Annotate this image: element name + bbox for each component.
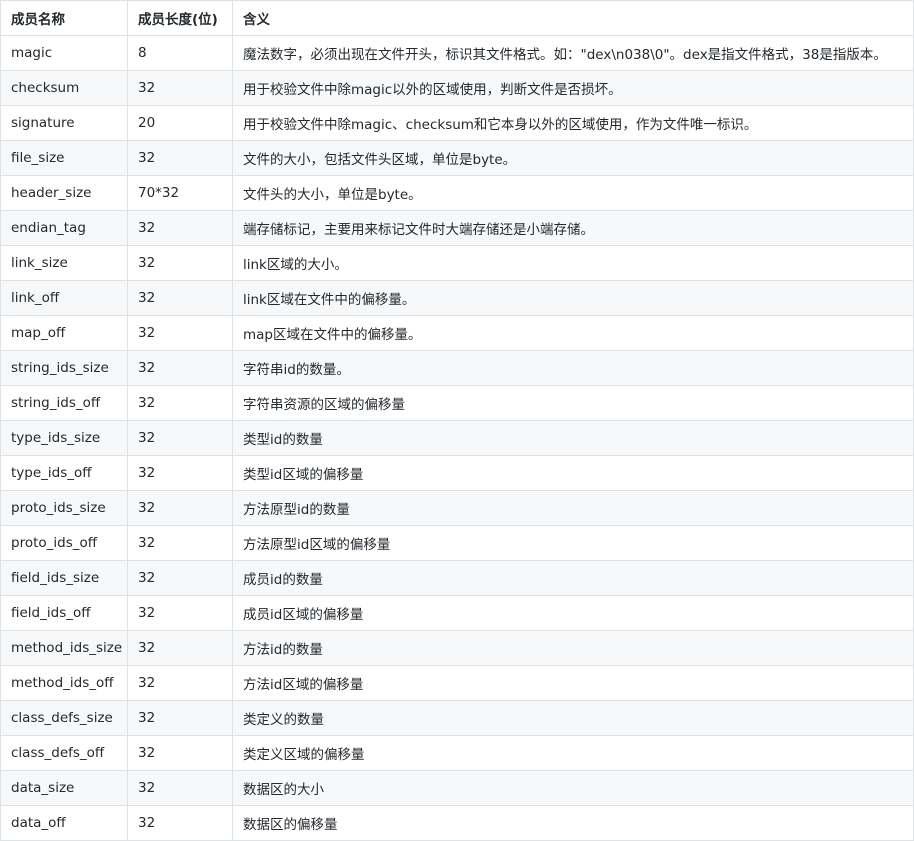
- cell-member-name: class_defs_off: [0, 735, 128, 771]
- cell-member-length: 32: [127, 245, 233, 281]
- cell-member-length: 32: [127, 595, 233, 631]
- table-row: proto_ids_off 32 方法原型id区域的偏移量: [0, 525, 914, 561]
- table-row: endian_tag 32 端存储标记，主要用来标记文件时大端存储还是小端存储。: [0, 210, 914, 246]
- cell-member-name: file_size: [0, 140, 128, 176]
- table-row: map_off 32 map区域在文件中的偏移量。: [0, 315, 914, 351]
- cell-member-length: 32: [127, 455, 233, 491]
- cell-meaning: 类定义的数量: [232, 700, 914, 736]
- cell-meaning: 魔法数字，必须出现在文件开头，标识其文件格式。如："dex\n038\0"。de…: [232, 35, 914, 71]
- cell-meaning: link区域在文件中的偏移量。: [232, 280, 914, 316]
- cell-meaning: 端存储标记，主要用来标记文件时大端存储还是小端存储。: [232, 210, 914, 246]
- cell-member-name: signature: [0, 105, 128, 141]
- column-header-member-name: 成员名称: [0, 0, 128, 36]
- cell-member-name: string_ids_size: [0, 350, 128, 386]
- cell-member-length: 20: [127, 105, 233, 141]
- cell-member-name: magic: [0, 35, 128, 71]
- table-row: signature 20 用于校验文件中除magic、checksum和它本身以外的…: [0, 105, 914, 141]
- cell-meaning: 文件头的大小，单位是byte。: [232, 175, 914, 211]
- table-row: data_size 32 数据区的大小: [0, 770, 914, 806]
- cell-member-length: 8: [127, 35, 233, 71]
- table-row: link_off 32 link区域在文件中的偏移量。: [0, 280, 914, 316]
- cell-member-length: 32: [127, 560, 233, 596]
- cell-meaning: 字符串资源的区域的偏移量: [232, 385, 914, 421]
- table-row: method_ids_size 32 方法id的数量: [0, 630, 914, 666]
- dex-header-table: 成员名称 成员长度(位) 含义 magic 8 魔法数字，必须出现在文件开头，标识其…: [0, 0, 914, 841]
- table-row: type_ids_off 32 类型id区域的偏移量: [0, 455, 914, 491]
- cell-member-name: endian_tag: [0, 210, 128, 246]
- cell-member-name: data_off: [0, 805, 128, 841]
- table-row: class_defs_off 32 类定义区域的偏移量: [0, 735, 914, 771]
- cell-member-length: 32: [127, 70, 233, 106]
- cell-meaning: 类型id区域的偏移量: [232, 455, 914, 491]
- cell-meaning: 文件的大小，包括文件头区域，单位是byte。: [232, 140, 914, 176]
- column-header-member-length: 成员长度(位): [127, 0, 233, 36]
- cell-member-length: 32: [127, 490, 233, 526]
- cell-member-length: 32: [127, 420, 233, 456]
- table-row: magic 8 魔法数字，必须出现在文件开头，标识其文件格式。如："dex\n038…: [0, 35, 914, 71]
- table-row: method_ids_off 32 方法id区域的偏移量: [0, 665, 914, 701]
- cell-member-name: header_size: [0, 175, 128, 211]
- cell-meaning: 成员id的数量: [232, 560, 914, 596]
- cell-member-length: 32: [127, 700, 233, 736]
- cell-member-name: field_ids_size: [0, 560, 128, 596]
- cell-meaning: 方法id的数量: [232, 630, 914, 666]
- table-row: class_defs_size 32 类定义的数量: [0, 700, 914, 736]
- cell-meaning: map区域在文件中的偏移量。: [232, 315, 914, 351]
- cell-member-length: 32: [127, 735, 233, 771]
- cell-meaning: 数据区的偏移量: [232, 805, 914, 841]
- table-row: file_size 32 文件的大小，包括文件头区域，单位是byte。: [0, 140, 914, 176]
- table-row: field_ids_size 32 成员id的数量: [0, 560, 914, 596]
- table-row: checksum 32 用于校验文件中除magic以外的区域使用，判断文件是否损坏。: [0, 70, 914, 106]
- table-row: string_ids_off 32 字符串资源的区域的偏移量: [0, 385, 914, 421]
- cell-member-name: method_ids_size: [0, 630, 128, 666]
- cell-meaning: 用于校验文件中除magic以外的区域使用，判断文件是否损坏。: [232, 70, 914, 106]
- cell-member-length: 32: [127, 805, 233, 841]
- cell-member-name: map_off: [0, 315, 128, 351]
- cell-member-name: string_ids_off: [0, 385, 128, 421]
- table-row: proto_ids_size 32 方法原型id的数量: [0, 490, 914, 526]
- header-row: 成员名称 成员长度(位) 含义: [0, 0, 914, 36]
- cell-meaning: 方法原型id区域的偏移量: [232, 525, 914, 561]
- cell-meaning: 数据区的大小: [232, 770, 914, 806]
- cell-meaning: 成员id区域的偏移量: [232, 595, 914, 631]
- table-body: magic 8 魔法数字，必须出现在文件开头，标识其文件格式。如："dex\n038…: [0, 35, 914, 841]
- table-row: string_ids_size 32 字符串id的数量。: [0, 350, 914, 386]
- cell-member-name: link_off: [0, 280, 128, 316]
- cell-member-name: type_ids_size: [0, 420, 128, 456]
- cell-member-length: 32: [127, 140, 233, 176]
- cell-member-length: 70*32: [127, 175, 233, 211]
- cell-member-name: type_ids_off: [0, 455, 128, 491]
- cell-member-length: 32: [127, 315, 233, 351]
- table-row: data_off 32 数据区的偏移量: [0, 805, 914, 841]
- cell-member-name: proto_ids_off: [0, 525, 128, 561]
- table-header: 成员名称 成员长度(位) 含义: [0, 0, 914, 36]
- column-header-meaning: 含义: [232, 0, 914, 36]
- cell-meaning: 方法id区域的偏移量: [232, 665, 914, 701]
- cell-meaning: 类型id的数量: [232, 420, 914, 456]
- cell-meaning: 字符串id的数量。: [232, 350, 914, 386]
- cell-member-name: class_defs_size: [0, 700, 128, 736]
- table-row: field_ids_off 32 成员id区域的偏移量: [0, 595, 914, 631]
- cell-meaning: 类定义区域的偏移量: [232, 735, 914, 771]
- cell-member-length: 32: [127, 525, 233, 561]
- cell-member-name: method_ids_off: [0, 665, 128, 701]
- cell-meaning: link区域的大小。: [232, 245, 914, 281]
- cell-member-length: 32: [127, 280, 233, 316]
- table-row: type_ids_size 32 类型id的数量: [0, 420, 914, 456]
- cell-member-length: 32: [127, 630, 233, 666]
- table-row: header_size 70*32 文件头的大小，单位是byte。: [0, 175, 914, 211]
- cell-member-length: 32: [127, 385, 233, 421]
- cell-member-name: link_size: [0, 245, 128, 281]
- cell-member-length: 32: [127, 210, 233, 246]
- cell-member-name: checksum: [0, 70, 128, 106]
- cell-member-length: 32: [127, 350, 233, 386]
- cell-meaning: 用于校验文件中除magic、checksum和它本身以外的区域使用，作为文件唯一…: [232, 105, 914, 141]
- table-row: link_size 32 link区域的大小。: [0, 245, 914, 281]
- cell-member-name: field_ids_off: [0, 595, 128, 631]
- cell-member-length: 32: [127, 770, 233, 806]
- cell-member-length: 32: [127, 665, 233, 701]
- cell-member-name: proto_ids_size: [0, 490, 128, 526]
- cell-meaning: 方法原型id的数量: [232, 490, 914, 526]
- cell-member-name: data_size: [0, 770, 128, 806]
